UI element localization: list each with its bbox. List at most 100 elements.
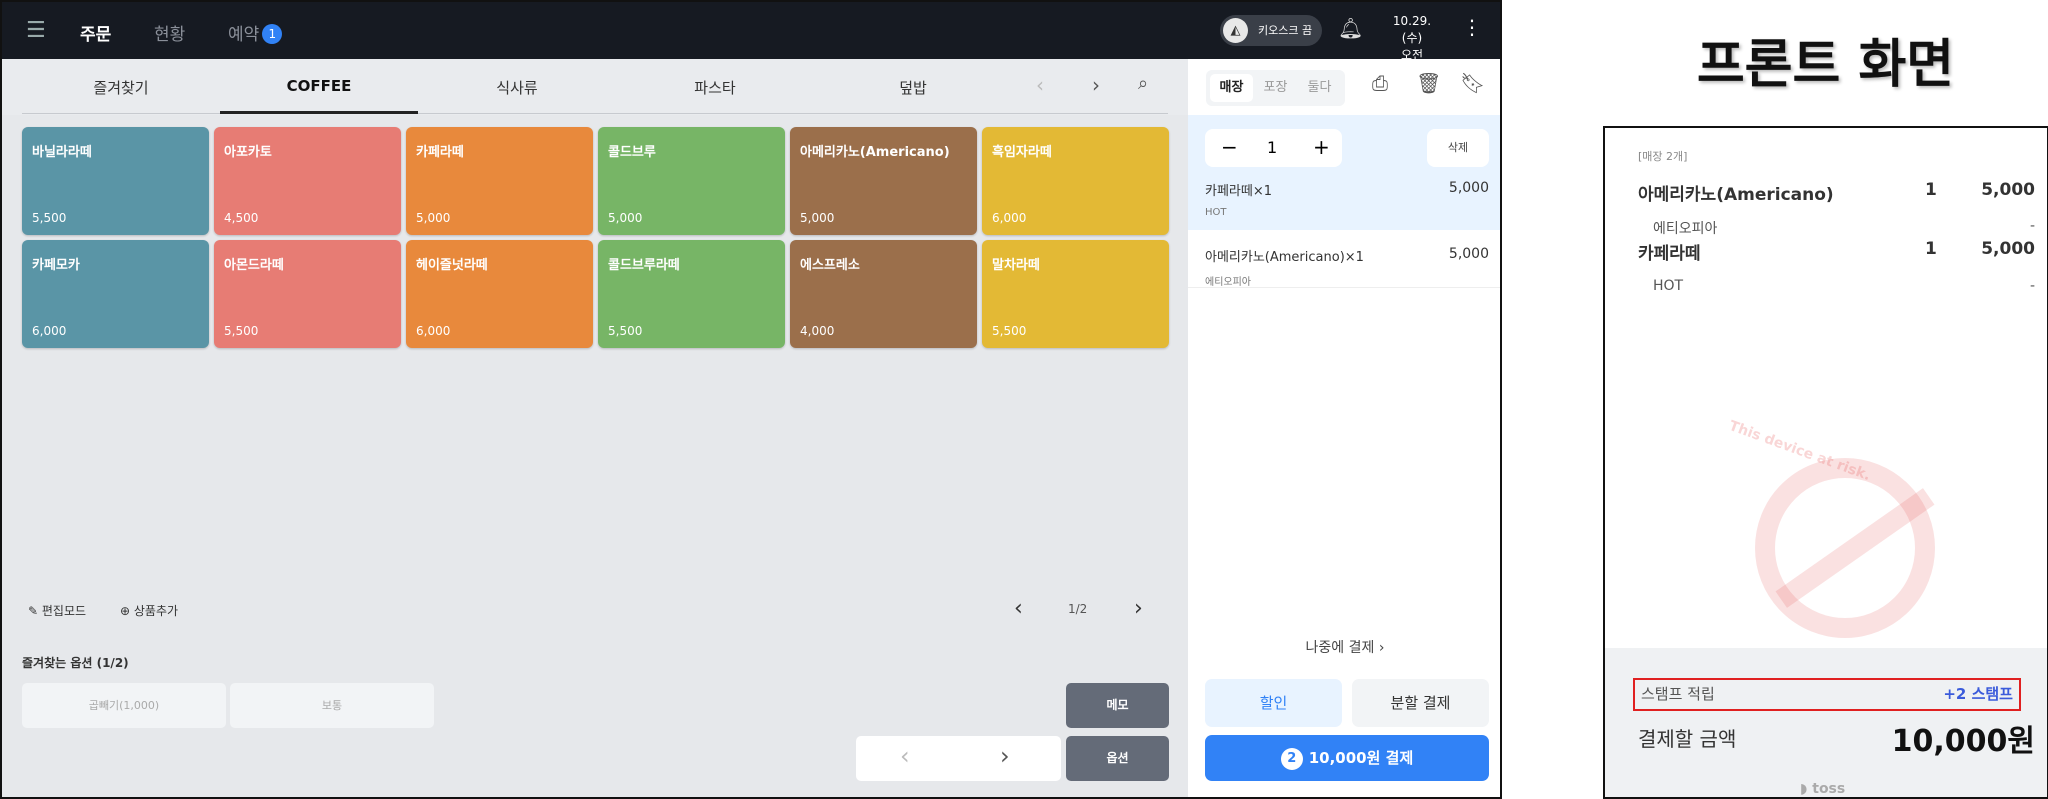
pos-window: ☰ 주문 현황 예약1 ◭키오스크 끔 🔔︎ 10.29. (수)오전 10:5… [0, 0, 1502, 799]
menu-item-tile[interactable]: 콜드브루라떼 5,500 [598, 240, 785, 348]
menu-item-tile[interactable]: 에스프레소 4,000 [790, 240, 977, 348]
trash-icon[interactable]: 🗑︎ [1416, 71, 1441, 95]
date: 10.29. (수) [1392, 14, 1432, 45]
menu-item-price: 5,000 [608, 211, 643, 225]
no-entry-watermark-icon [1755, 458, 1935, 638]
option-pager: ‹ › [856, 736, 1061, 781]
option-button[interactable]: 보통 [230, 683, 434, 728]
total-amount: 10,000원 [1891, 724, 2035, 759]
customer-display: [매장 2개] 아메리카노(Americano) 1 5,000 에티오피아 -… [1603, 126, 2048, 799]
display-option-price: - [2029, 278, 2035, 294]
pay-later-link[interactable]: 나중에 결제 › [1188, 637, 1500, 657]
menu-item-name: 헤이즐넛라떼 [416, 258, 488, 273]
chevron-left-icon[interactable]: ‹ [900, 742, 910, 770]
menu-item-tile[interactable]: 카페모카 6,000 [22, 240, 209, 348]
nav-reservation-label: 예약 [228, 25, 260, 45]
menu-item-tile[interactable]: 말차라떼 5,500 [982, 240, 1169, 348]
order-header: [매장 2개] [1638, 150, 1688, 163]
chevron-left-icon[interactable]: ‹ [1036, 73, 1044, 97]
menu-item-tile[interactable]: 아몬드라떼 5,500 [214, 240, 401, 348]
top-bar: ☰ 주문 현황 예약1 ◭키오스크 끔 🔔︎ 10.29. (수)오전 10:5… [2, 2, 1500, 79]
tab-divider [22, 113, 1168, 114]
menu-item-tile[interactable]: 카페라떼 5,000 [406, 127, 593, 235]
tab-rice-bowl[interactable]: 덮밥 [814, 77, 1012, 98]
menu-item-tile[interactable]: 아포카토 4,500 [214, 127, 401, 235]
menu-item-tile[interactable]: 바닐라라떼 5,500 [22, 127, 209, 235]
display-option-price: - [2029, 218, 2035, 234]
add-product-button[interactable]: ⊕ 상품추가 [120, 602, 178, 619]
order-mode-segment: 매장 포장 둘다 [1206, 70, 1345, 106]
menu-item-tile[interactable]: 아메리카노(Americano) 5,000 [790, 127, 977, 235]
pay-button[interactable]: 2 10,000원 결제 [1205, 735, 1489, 781]
chevron-right-icon[interactable]: › [1000, 742, 1010, 770]
menu-item-price: 5,000 [416, 211, 451, 225]
menu-item-name: 아메리카노(Americano) [800, 145, 950, 160]
hamburger-menu-icon[interactable]: ☰ [26, 18, 46, 43]
order-item-name[interactable]: 아메리카노(Americano)×1 [1205, 246, 1364, 265]
order-item-name[interactable]: 카페라떼×1 [1205, 180, 1272, 199]
tab-coffee[interactable]: COFFEE [220, 77, 418, 95]
front-screen-title: 프론트 화면 [1696, 35, 1955, 95]
tab-pasta[interactable]: 파스타 [616, 77, 814, 98]
mode-both[interactable]: 둘다 [1298, 74, 1341, 102]
chevron-right-icon[interactable]: › [1092, 73, 1100, 97]
menu-item-name: 콜드브루 [608, 145, 656, 160]
menu-item-price: 5,500 [224, 324, 259, 338]
pay-label: 10,000원 결제 [1308, 749, 1414, 767]
menu-item-price: 5,500 [608, 324, 643, 338]
kiosk-label: 키오스크 끔 [1258, 24, 1313, 37]
page-prev-icon[interactable]: ‹ [1014, 596, 1023, 621]
display-item-option: 에티오피아 [1653, 221, 1718, 237]
mode-takeout[interactable]: 포장 [1254, 74, 1297, 102]
more-vertical-icon[interactable]: ⋮ [1462, 15, 1482, 39]
nav-order[interactable]: 주문 [80, 20, 111, 45]
tab-favorites[interactable]: 즐겨찾기 [22, 77, 220, 98]
menu-item-price: 6,000 [416, 324, 451, 338]
option-button-dark[interactable]: 옵션 [1066, 736, 1169, 781]
display-item-qty: 1 [1925, 180, 1937, 200]
menu-item-tile[interactable]: 콜드브루 5,000 [598, 127, 785, 235]
order-item-price: 5,000 [1448, 180, 1489, 196]
edit-mode-label: 편집모드 [41, 604, 87, 618]
bookmark-icon[interactable]: 🔖︎ [1460, 71, 1485, 95]
display-item-name: 아메리카노(Americano) [1638, 185, 1834, 205]
tab-meals[interactable]: 식사류 [418, 77, 616, 98]
menu-item-tile[interactable]: 흑임자라떼 6,000 [982, 127, 1169, 235]
menu-item-name: 바닐라라떼 [32, 145, 92, 160]
quantity-stepper: − 1 + [1205, 129, 1342, 167]
quantity-value: 1 [1267, 138, 1278, 157]
menu-item-name: 아몬드라떼 [224, 258, 284, 273]
display-summary: 스탬프 적립 +2 스탬프 결제할 금액 10,000원 ◗ toss [1605, 648, 2047, 797]
search-icon[interactable]: ⌕ [1138, 73, 1148, 94]
nav-status[interactable]: 현황 [154, 20, 185, 45]
menu-item-tile[interactable]: 헤이즐넛라떼 6,000 [406, 240, 593, 348]
favorite-options-title: 즐겨찾는 옵션 (1/2) [22, 656, 129, 670]
option-button[interactable]: 곱빼기(1,000) [22, 683, 226, 728]
split-payment-button[interactable]: 분할 결제 [1352, 679, 1489, 727]
menu-item-name: 아포카토 [224, 145, 272, 160]
stamp-label: 스탬프 적립 [1641, 685, 1715, 703]
stamp-value: +2 스탬프 [1943, 685, 2013, 703]
display-item-option: HOT [1653, 278, 1684, 294]
mode-dine-in[interactable]: 매장 [1210, 74, 1253, 102]
pencil-icon: ✎ [28, 604, 39, 618]
menu-item-name: 카페라떼 [416, 145, 464, 160]
delete-button[interactable]: 삭제 [1427, 129, 1489, 167]
printer-icon[interactable]: ⎙ [1372, 71, 1388, 95]
page-next-icon[interactable]: › [1134, 596, 1143, 621]
stamp-highlight-box: 스탬프 적립 +2 스탬프 [1633, 678, 2021, 711]
order-item-option: HOT [1205, 207, 1227, 218]
reservation-badge: 1 [262, 24, 283, 44]
memo-button[interactable]: 메모 [1066, 683, 1169, 728]
menu-item-price: 4,000 [800, 324, 835, 338]
menu-item-name: 말차라떼 [992, 258, 1040, 273]
bell-icon[interactable]: 🔔︎ [1338, 16, 1363, 40]
plus-icon[interactable]: + [1313, 135, 1330, 159]
discount-button[interactable]: 할인 [1205, 679, 1342, 727]
kiosk-toggle[interactable]: ◭ 키오스크 끔 [1220, 15, 1322, 46]
minus-icon[interactable]: − [1221, 135, 1238, 159]
edit-mode-button[interactable]: ✎ 편집모드 [28, 602, 86, 619]
plus-circle-icon: ⊕ [120, 604, 131, 618]
active-tab-underline [220, 111, 418, 114]
nav-reservation[interactable]: 예약 1 [228, 20, 283, 45]
